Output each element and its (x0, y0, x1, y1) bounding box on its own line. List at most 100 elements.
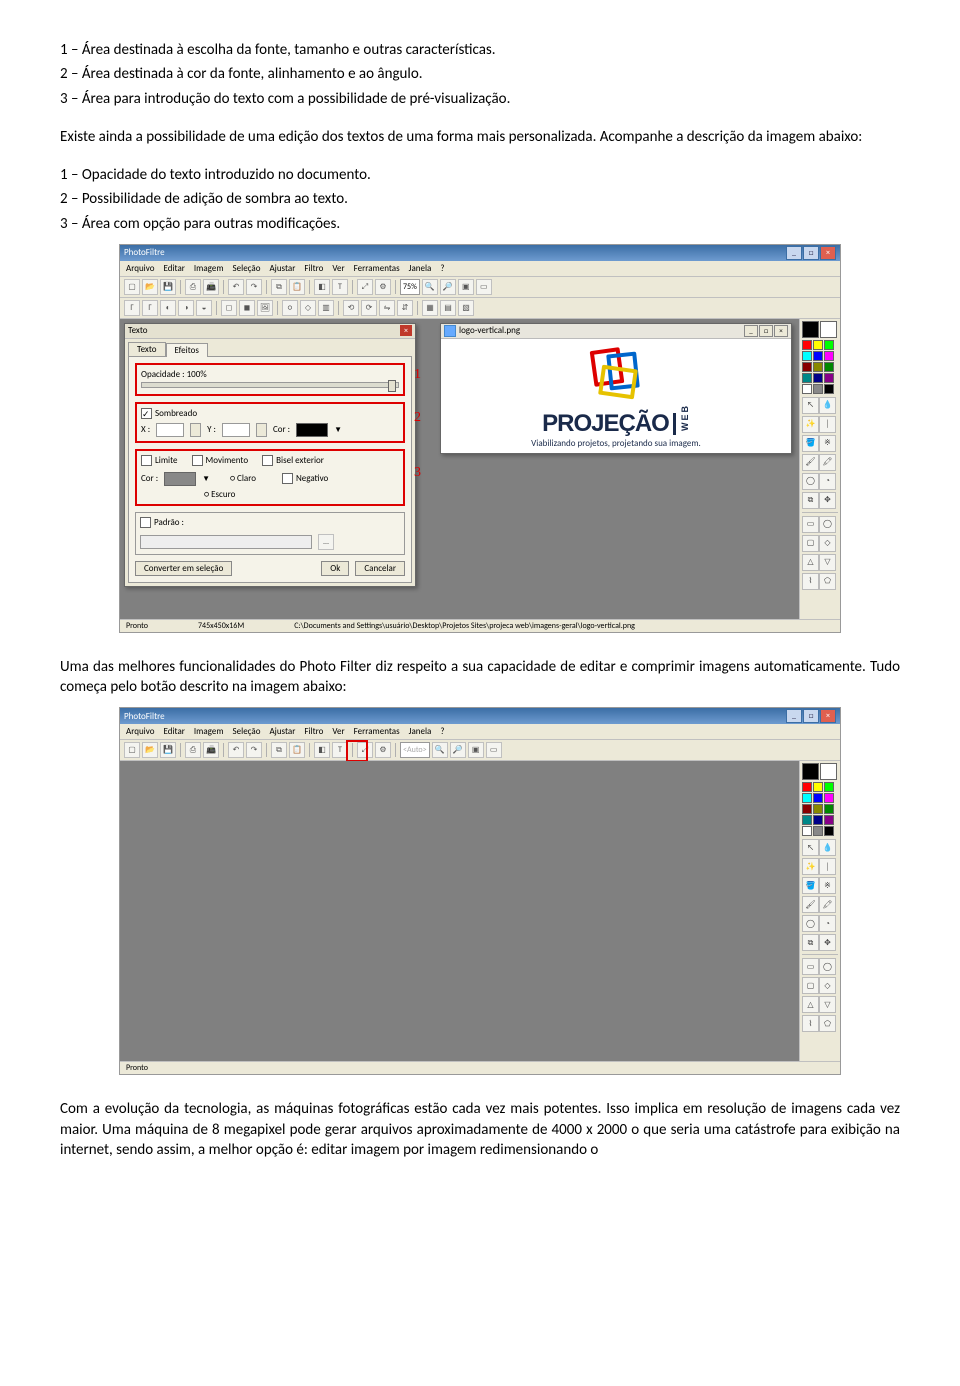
zoom-out-icon[interactable]: 🔎 (450, 742, 466, 758)
scroll-tool-icon[interactable]: ✥ (819, 934, 836, 951)
x-input[interactable] (156, 423, 184, 437)
tab-efeitos[interactable]: Efeitos (166, 343, 208, 357)
blur-tool-icon[interactable]: ◯ (802, 915, 819, 932)
bisel-checkbox[interactable]: Bisel exterior (262, 455, 324, 466)
open-icon[interactable]: 📂 (142, 279, 158, 295)
save-icon[interactable]: 💾 (160, 742, 176, 758)
x-spinner[interactable] (190, 423, 201, 437)
eyedropper-tool-icon[interactable]: 💧 (819, 839, 836, 856)
rotate-left-icon[interactable]: ⟲ (343, 300, 359, 316)
menu-item[interactable]: ? (440, 726, 444, 737)
zoom-fit-icon[interactable]: ▣ (468, 742, 484, 758)
clone-tool-icon[interactable]: ⧉ (802, 934, 819, 951)
automate2-icon[interactable]: ▧ (458, 300, 474, 316)
advbrush-tool-icon[interactable]: 🖍 (819, 454, 836, 471)
lasso-sel-icon[interactable]: ⌇ (802, 573, 819, 590)
wand-tool-icon[interactable]: ✨ (802, 416, 819, 433)
brush-tool-icon[interactable]: 🖌 (802, 454, 819, 471)
advbrush-tool-icon[interactable]: 🖍 (819, 896, 836, 913)
brush-tool-icon[interactable]: 🖌 (802, 896, 819, 913)
menu-item[interactable]: Ferramentas (354, 263, 400, 274)
menu-item[interactable]: Seleção (233, 726, 261, 737)
ellipse-sel-icon[interactable]: ◯ (819, 516, 836, 533)
resize-icon[interactable]: ⤢ (357, 279, 373, 295)
maximize-icon[interactable]: □ (759, 325, 773, 337)
limite-checkbox[interactable]: Limite (141, 455, 178, 466)
border-color-swatch[interactable] (164, 472, 196, 486)
shadow-color-swatch[interactable] (296, 423, 328, 437)
explorer-icon[interactable]: ▤ (440, 300, 456, 316)
close-icon[interactable]: × (820, 246, 836, 260)
diamond-sel-icon[interactable]: ◇ (819, 535, 836, 552)
menu-item[interactable]: Arquivo (126, 726, 154, 737)
minimize-icon[interactable]: _ (786, 246, 802, 260)
adjust-icon[interactable]: Γ (142, 300, 158, 316)
scan-icon[interactable]: 📠 (203, 742, 219, 758)
bg-color-swatch[interactable] (820, 321, 837, 338)
line-tool-icon[interactable]: │ (819, 416, 836, 433)
save-icon[interactable]: 💾 (160, 279, 176, 295)
zoom-fit-icon[interactable]: ▣ (458, 279, 474, 295)
contrast-icon[interactable]: ◑ (178, 300, 194, 316)
menu-item[interactable]: Ver (332, 726, 344, 737)
copy-icon[interactable]: ⧉ (271, 279, 287, 295)
triangle2-sel-icon[interactable]: ▽ (819, 554, 836, 571)
menu-item[interactable]: Ajustar (269, 726, 295, 737)
text-icon[interactable]: T (332, 279, 348, 295)
polygon-sel-icon[interactable]: ⬠ (819, 573, 836, 590)
menu-item[interactable]: Imagem (194, 263, 224, 274)
undo-icon[interactable]: ↶ (228, 279, 244, 295)
menu-item[interactable]: Ajustar (269, 263, 295, 274)
menu-item[interactable]: Imagem (194, 726, 224, 737)
pointer-tool-icon[interactable]: ↖ (802, 839, 819, 856)
rotate-right-icon[interactable]: ⟳ (361, 300, 377, 316)
zoom-combo[interactable]: 75% (400, 279, 420, 295)
shadow-checkbox[interactable]: ✓Sombreado (141, 408, 197, 419)
claro-radio[interactable]: Claro (237, 473, 256, 484)
zoom-in-icon[interactable]: 🔍 (432, 742, 448, 758)
smudge-tool-icon[interactable]: ◔ (819, 473, 836, 490)
fill-tool-icon[interactable]: 🪣 (802, 877, 819, 894)
rect-sel-icon[interactable]: ▭ (802, 516, 819, 533)
menu-item[interactable]: Ferramentas (354, 726, 400, 737)
minimize-icon[interactable]: _ (744, 325, 758, 337)
photo-icon[interactable]: 🖼 (257, 300, 273, 316)
automate-icon[interactable]: ⚙ (375, 742, 391, 758)
close-icon[interactable]: × (400, 325, 412, 336)
diamond-sel-icon[interactable]: ◇ (819, 977, 836, 994)
movimento-checkbox[interactable]: Movimento (192, 455, 249, 466)
sharpen-icon[interactable]: ◇ (300, 300, 316, 316)
menu-item[interactable]: Ver (332, 263, 344, 274)
menu-item[interactable]: Seleção (233, 263, 261, 274)
menu-item[interactable]: Editar (163, 263, 184, 274)
eyedropper-tool-icon[interactable]: 💧 (819, 397, 836, 414)
fullscreen-icon[interactable]: ▭ (476, 279, 492, 295)
redo-icon[interactable]: ↷ (246, 279, 262, 295)
new-icon[interactable]: ▢ (124, 742, 140, 758)
ok-button[interactable]: Ok (321, 561, 349, 576)
menu-item[interactable]: ? (440, 263, 444, 274)
maximize-icon[interactable]: □ (803, 246, 819, 260)
lasso-sel-icon[interactable]: ⌇ (802, 1015, 819, 1032)
menu-item[interactable]: Filtro (304, 263, 323, 274)
copy-icon[interactable]: ⧉ (271, 742, 287, 758)
automate-icon[interactable]: ⚙ (375, 279, 391, 295)
padrao-checkbox[interactable]: Padrão : (140, 517, 184, 528)
convert-selection-button[interactable]: Converter em seleção (135, 561, 232, 576)
fill-tool-icon[interactable]: 🪣 (802, 435, 819, 452)
rgb-icon[interactable]: ◧ (314, 742, 330, 758)
redo-icon[interactable]: ↷ (246, 742, 262, 758)
zoom-combo[interactable]: <Auto> (400, 742, 430, 758)
fullscreen-icon[interactable]: ▭ (486, 742, 502, 758)
menu-item[interactable]: Janela (409, 263, 432, 274)
zoom-in-icon[interactable]: 🔍 (422, 279, 438, 295)
hue-icon[interactable]: ◒ (196, 300, 212, 316)
spray-tool-icon[interactable]: ※ (819, 877, 836, 894)
roundrect-sel-icon[interactable]: ▢ (802, 977, 819, 994)
roundrect-sel-icon[interactable]: ▢ (802, 535, 819, 552)
browse-icon[interactable]: … (318, 534, 334, 550)
maximize-icon[interactable]: □ (803, 709, 819, 723)
triangle-sel-icon[interactable]: △ (802, 554, 819, 571)
menu-item[interactable]: Filtro (304, 726, 323, 737)
print-icon[interactable]: ⎙ (185, 742, 201, 758)
